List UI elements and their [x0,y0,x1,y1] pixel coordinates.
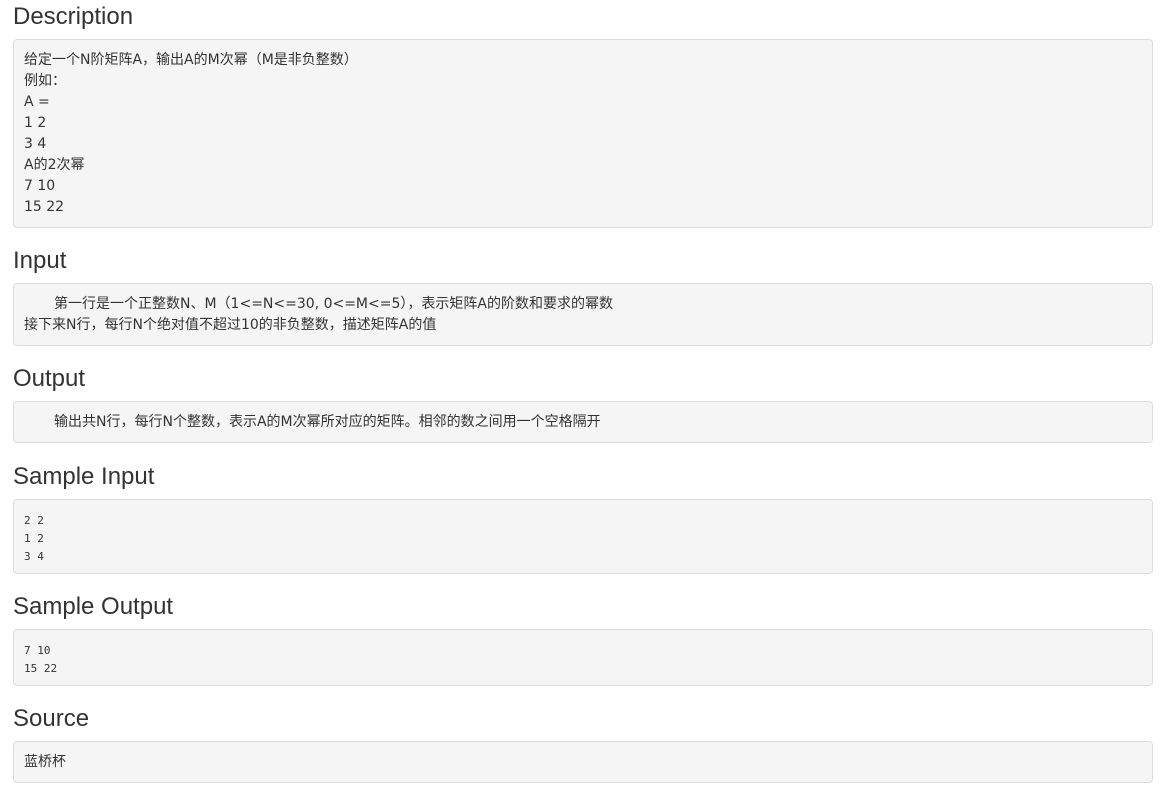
sample-output-heading: Sample Output [13,593,174,620]
output-line: 输出共N行，每行N个整数，表示A的M次幂所对应的矩阵。相邻的数之间用一个空格隔开 [54,414,601,430]
sample-input-section: Sample Input 2 2 1 2 3 4 [13,463,1153,574]
description-line: 例如： [24,73,66,89]
sample-input-heading: Sample Input [13,463,155,490]
input-box: 第一行是一个正整数N、M（1<=N<=30, 0<=M<=5），表示矩阵A的阶数… [13,283,1153,346]
description-line: 给定一个N阶矩阵A，输出A的M次幂（M是非负整数） [24,52,358,68]
description-box: 给定一个N阶矩阵A，输出A的M次幂（M是非负整数） 例如： A = 1 2 3 … [13,39,1153,228]
description-heading: Description [13,3,134,30]
output-heading: Output [13,365,86,392]
description-line: 3 4 [24,136,47,152]
description-line: A = [24,94,50,110]
sample-input-line: 1 2 [24,532,44,545]
source-box: 蓝桥杯 [13,741,1153,783]
sample-output-section: Sample Output 7 10 15 22 [13,593,1153,686]
input-section: Input 第一行是一个正整数N、M（1<=N<=30, 0<=M<=5），表示… [13,247,1153,346]
description-line: A的2次幂 [24,157,85,173]
description-section: Description 给定一个N阶矩阵A，输出A的M次幂（M是非负整数） 例如… [13,3,1153,228]
sample-input-box: 2 2 1 2 3 4 [13,499,1153,574]
description-line: 15 22 [24,199,65,215]
source-section: Source 蓝桥杯 [13,705,1153,783]
sample-output-line: 15 22 [24,662,58,675]
description-line: 7 10 [24,178,56,194]
source-text: 蓝桥杯 [24,754,66,770]
input-heading: Input [13,247,67,274]
source-heading: Source [13,705,90,732]
sample-output-box: 7 10 15 22 [13,629,1153,686]
description-line: 1 2 [24,115,47,131]
sample-input-line: 3 4 [24,550,44,563]
sample-input-line: 2 2 [24,514,44,527]
sample-output-line: 7 10 [24,644,51,657]
input-line: 第一行是一个正整数N、M（1<=N<=30, 0<=M<=5），表示矩阵A的阶数… [54,296,613,312]
output-box: 输出共N行，每行N个整数，表示A的M次幂所对应的矩阵。相邻的数之间用一个空格隔开 [13,401,1153,443]
input-line: 接下来N行，每行N个绝对值不超过10的非负整数，描述矩阵A的值 [24,317,437,333]
output-section: Output 输出共N行，每行N个整数，表示A的M次幂所对应的矩阵。相邻的数之间… [13,365,1153,443]
